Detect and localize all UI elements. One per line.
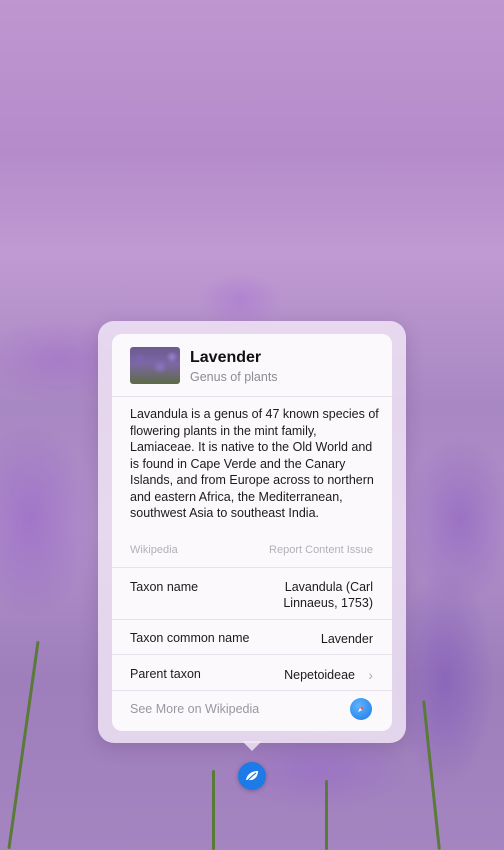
- flower-stem: [325, 780, 328, 850]
- divider: [112, 567, 392, 568]
- safari-compass-icon[interactable]: [350, 698, 372, 720]
- see-more-wikipedia-link[interactable]: See More on Wikipedia: [130, 702, 259, 716]
- taxon-name-value-line1: Lavandula (Carl: [284, 580, 373, 594]
- result-thumbnail: [130, 347, 180, 384]
- lookup-header[interactable]: Lavender Genus of plants: [112, 334, 392, 397]
- parent-taxon-value[interactable]: Nepetoideae: [284, 667, 355, 683]
- flower-stem: [212, 770, 215, 850]
- panel-pointer: [242, 741, 262, 751]
- common-name-value: Lavender: [320, 632, 373, 646]
- parent-taxon-label[interactable]: Parent taxon: [130, 667, 201, 681]
- taxon-name-value: Lavandula (Carl Linnaeus, 1753): [283, 579, 373, 611]
- taxon-name-value-line2: Linnaeus, 1753): [283, 596, 373, 610]
- result-subtitle: Genus of plants: [190, 370, 278, 384]
- common-name-label: Taxon common name: [130, 631, 250, 645]
- lookup-card: Lavender Genus of plants Lavandula is a …: [112, 334, 392, 731]
- chevron-right-icon[interactable]: ›: [368, 667, 373, 683]
- result-title: Lavender: [190, 349, 262, 366]
- divider: [112, 690, 392, 691]
- divider: [112, 619, 392, 620]
- result-description: Lavandula is a genus of 47 known species…: [130, 407, 379, 520]
- report-issue-link[interactable]: Report Content Issue: [269, 544, 373, 556]
- divider: [112, 654, 392, 655]
- visual-lookup-leaf-icon[interactable]: [238, 762, 266, 790]
- source-link[interactable]: Wikipedia: [130, 544, 178, 556]
- taxon-name-label: Taxon name: [130, 580, 199, 594]
- source-row: Wikipedia Report Content Issue: [130, 544, 373, 556]
